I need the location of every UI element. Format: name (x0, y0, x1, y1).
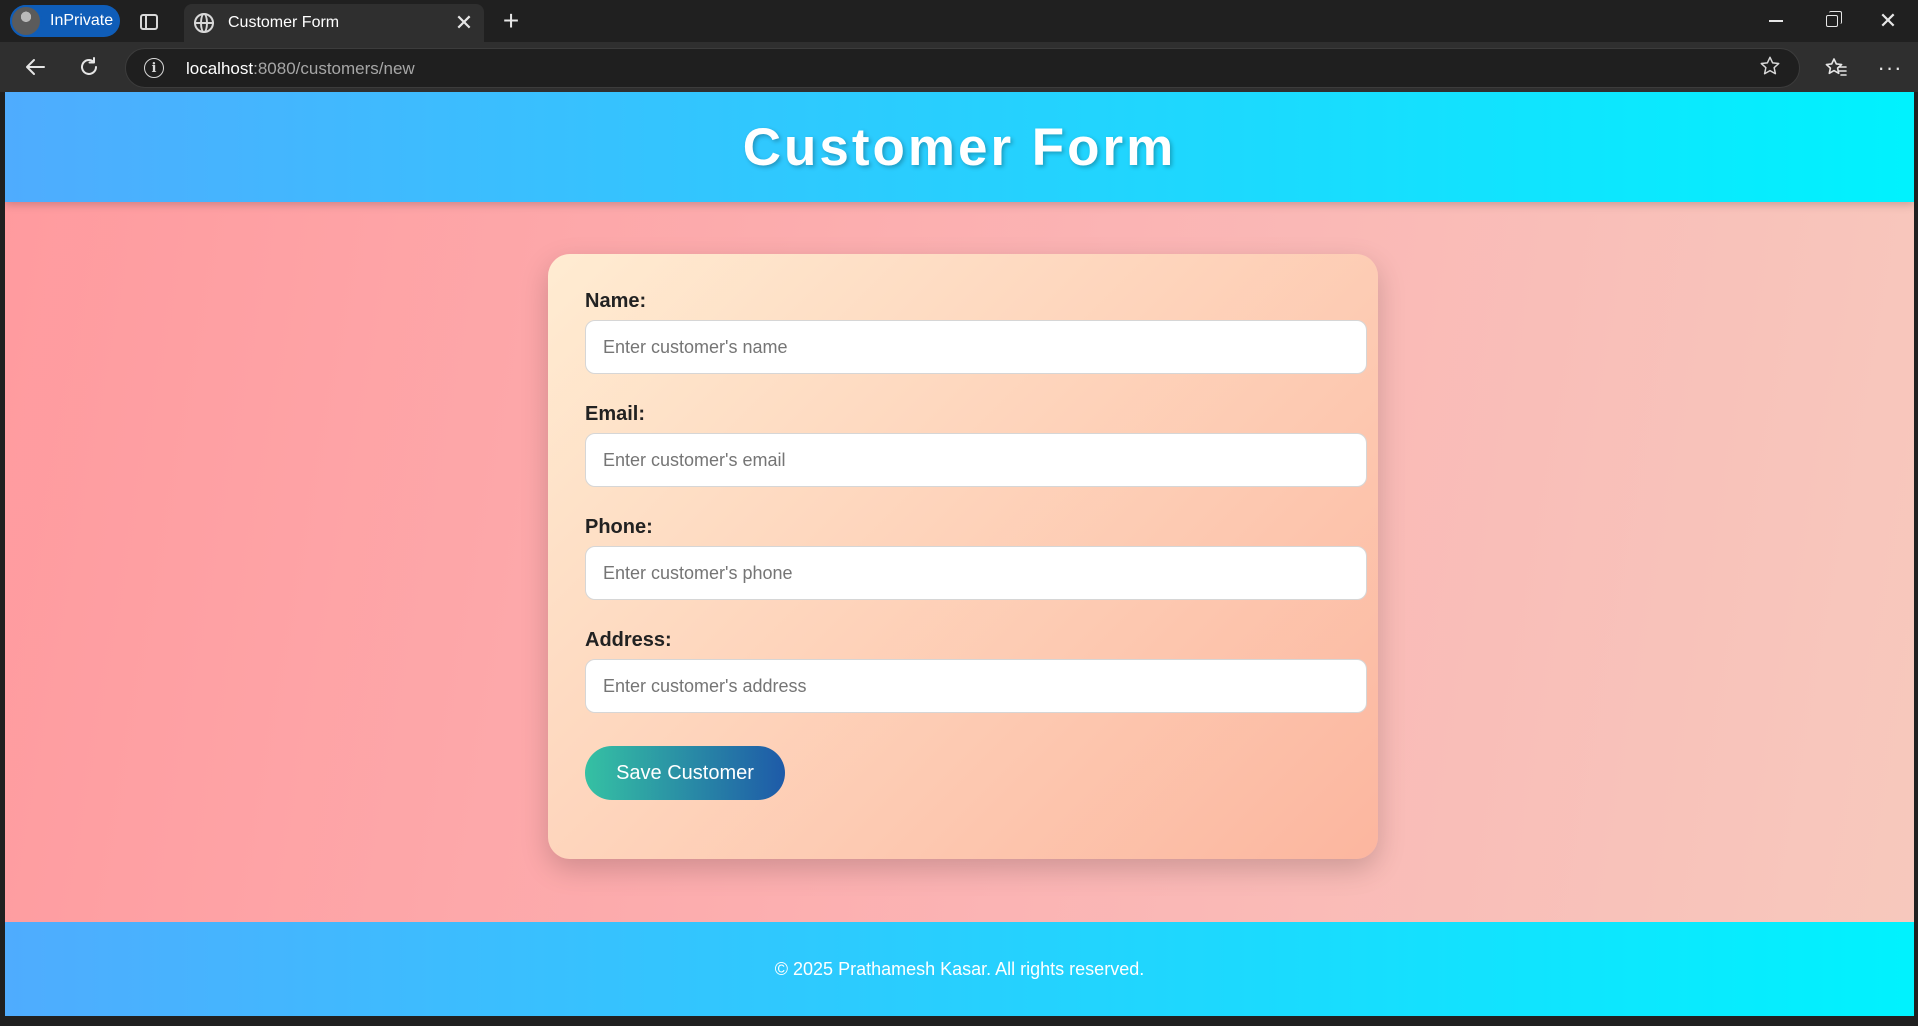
phone-label: Phone: (585, 516, 653, 538)
restore-icon (1826, 11, 1842, 27)
browser-tab-bar: InPrivate Customer Form ✕ + ✕ (0, 0, 1918, 42)
page-header: Customer Form (5, 92, 1914, 202)
star-icon (1760, 56, 1780, 75)
url-host: localhost (186, 59, 254, 78)
address-url[interactable]: localhost:8080/customers/new (186, 59, 415, 79)
profile-avatar-icon (10, 5, 42, 37)
more-options-button[interactable]: ··· (1872, 50, 1908, 86)
browser-tab-active[interactable]: Customer Form ✕ (184, 4, 484, 42)
address-input[interactable] (585, 659, 1367, 713)
reload-icon (81, 57, 97, 75)
back-arrow-icon (26, 59, 45, 75)
tab-title: Customer Form (228, 14, 340, 31)
page-viewport: Customer Form Name: Email: Phone: Addres… (5, 92, 1914, 1016)
email-input[interactable] (585, 433, 1367, 487)
inprivate-profile-button[interactable]: InPrivate (10, 5, 120, 37)
new-tab-button[interactable]: + (496, 5, 526, 36)
reload-button[interactable] (72, 50, 106, 84)
close-icon: ✕ (1878, 8, 1898, 33)
name-label: Name: (585, 290, 647, 312)
page-footer: © 2025 Prathamesh Kasar. All rights rese… (5, 922, 1914, 1016)
page-title: Customer Form (742, 117, 1177, 177)
close-icon: ✕ (454, 10, 474, 35)
plus-icon: + (502, 5, 520, 36)
tab-close-button[interactable]: ✕ (450, 9, 478, 37)
window-minimize-button[interactable] (1748, 0, 1804, 42)
address-label: Address: (585, 629, 672, 651)
window-bottom-edge (0, 1016, 1918, 1026)
address-bar[interactable]: i localhost:8080/customers/new (125, 48, 1800, 88)
email-label: Email: (585, 403, 646, 425)
inprivate-label: InPrivate (50, 12, 114, 29)
customer-form-card: Name: Email: Phone: Address: Save Custom… (548, 254, 1378, 859)
window-close-button[interactable]: ✕ (1860, 0, 1916, 42)
phone-input[interactable] (585, 546, 1367, 600)
window-restore-button[interactable] (1804, 0, 1860, 42)
minimize-icon (1769, 20, 1783, 22)
back-button[interactable] (18, 50, 52, 84)
save-customer-button[interactable]: Save Customer (585, 746, 785, 800)
url-path: :8080/customers/new (253, 59, 415, 78)
info-icon[interactable]: i (144, 58, 164, 78)
globe-icon (194, 13, 214, 33)
tab-actions-icon (140, 14, 158, 30)
favorites-icon (1825, 58, 1847, 76)
add-favorite-button[interactable] (1759, 55, 1781, 83)
tab-actions-button[interactable] (135, 8, 163, 36)
footer-copyright: © 2025 Prathamesh Kasar. All rights rese… (774, 958, 1145, 979)
name-input[interactable] (585, 320, 1367, 374)
more-icon: ··· (1877, 55, 1903, 80)
favorites-button[interactable] (1818, 50, 1854, 86)
